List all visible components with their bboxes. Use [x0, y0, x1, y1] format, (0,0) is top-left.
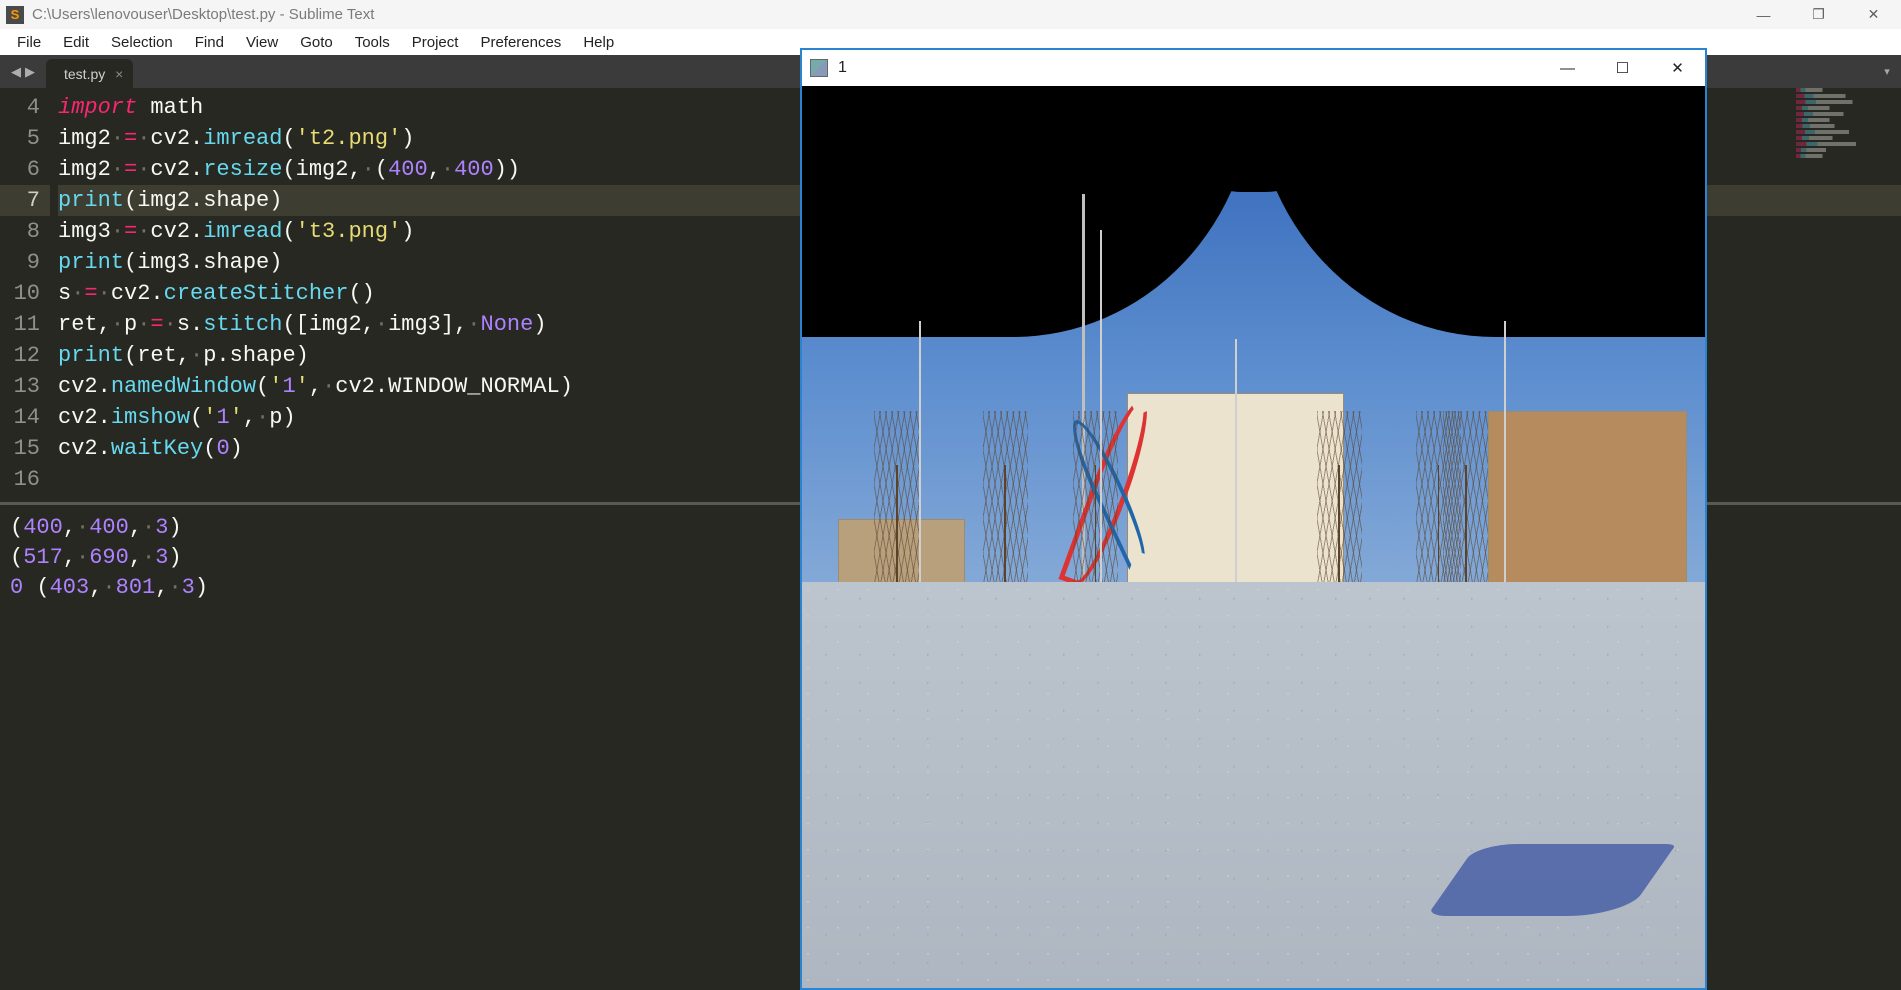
app-icon: S — [6, 6, 24, 24]
cv-close-button[interactable]: ✕ — [1650, 50, 1705, 86]
menu-selection[interactable]: Selection — [100, 32, 184, 53]
cv-window-title: 1 — [838, 59, 847, 77]
tab-nav: ◀ ▶ — [0, 55, 46, 88]
line-number-gutter: 45678910111213141516 — [0, 88, 50, 502]
menu-view[interactable]: View — [235, 32, 289, 53]
tab-nav-back-icon[interactable]: ◀ — [11, 64, 21, 80]
tab-active[interactable]: test.py × — [46, 59, 133, 88]
menu-file[interactable]: File — [6, 32, 52, 53]
tab-nav-forward-icon[interactable]: ▶ — [25, 64, 35, 80]
menu-goto[interactable]: Goto — [289, 32, 344, 53]
cv-titlebar[interactable]: 1 — ☐ ✕ — [802, 50, 1705, 86]
cv-app-icon — [810, 59, 828, 77]
cv-window-controls: — ☐ ✕ — [1540, 50, 1705, 86]
window-title: C:\Users\lenovouser\Desktop\test.py - Su… — [32, 6, 374, 23]
cv-image-canvas — [802, 86, 1705, 988]
tab-close-icon[interactable]: × — [115, 66, 123, 82]
main-window-controls: — ❐ ✕ — [1736, 0, 1901, 29]
tab-overflow-icon[interactable]: ▾ — [1877, 55, 1897, 88]
menu-help[interactable]: Help — [572, 32, 625, 53]
maximize-button[interactable]: ❐ — [1791, 0, 1846, 29]
menu-preferences[interactable]: Preferences — [469, 32, 572, 53]
close-button[interactable]: ✕ — [1846, 0, 1901, 29]
menu-tools[interactable]: Tools — [344, 32, 401, 53]
main-titlebar: S C:\Users\lenovouser\Desktop\test.py - … — [0, 0, 1901, 29]
menu-project[interactable]: Project — [401, 32, 470, 53]
cv-maximize-button[interactable]: ☐ — [1595, 50, 1650, 86]
cv-minimize-button[interactable]: — — [1540, 50, 1595, 86]
menu-find[interactable]: Find — [184, 32, 235, 53]
cv-window[interactable]: 1 — ☐ ✕ — [800, 48, 1707, 990]
minimize-button[interactable]: — — [1736, 0, 1791, 29]
menu-edit[interactable]: Edit — [52, 32, 100, 53]
tab-label: test.py — [64, 66, 105, 82]
